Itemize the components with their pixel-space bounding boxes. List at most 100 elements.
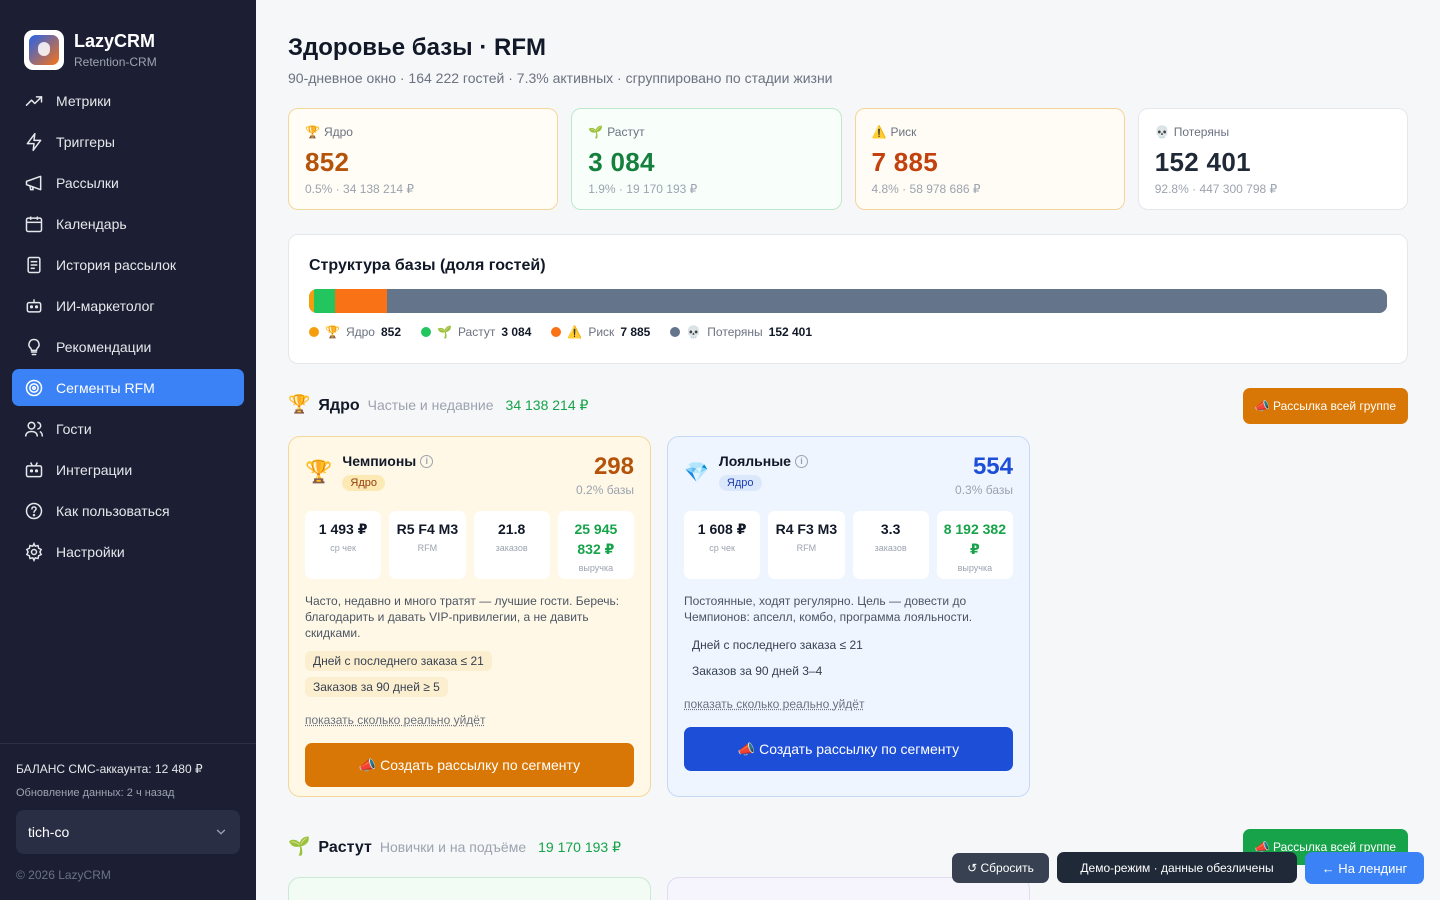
sidebar-item-ai[interactable]: ИИ-маркетолог	[12, 287, 244, 324]
sidebar-item-settings[interactable]: Настройки	[12, 533, 244, 570]
legend-item-lost: 💀 Потеряны 152 401	[670, 325, 812, 339]
metric-value: 8 192 382 ₽	[943, 521, 1007, 557]
create-mailing-button-loyal[interactable]: 📣 Создать рассылку по сегменту	[684, 727, 1013, 771]
segment-badge: Ядро	[342, 475, 386, 491]
diamond-icon: 💎	[684, 461, 709, 484]
segment-card-loyal: 💎 Лояльные i Ядро 554 0.3% базы 1 608 ₽ ср…	[667, 436, 1030, 797]
legend-value: 7 885	[620, 325, 651, 339]
legend-dot	[551, 327, 562, 337]
demo-mode-badge: Демо-режим · данные обезличены	[1057, 852, 1297, 883]
main-content: Здоровье базы · RFM 90-дневное окно · 16…	[256, 0, 1440, 900]
metric-label: ср чек	[709, 543, 735, 553]
stat-card-lost[interactable]: 💀 Потеряны 152 401 92.8% · 447 300 798 ₽	[1137, 108, 1408, 210]
group-name: Ядро	[318, 397, 360, 414]
structure-bar-segment	[334, 289, 387, 313]
legend-value: 3 084	[501, 325, 532, 339]
brand-title: LazyCRM	[74, 31, 156, 51]
segment-share: 0.3% базы	[955, 483, 1013, 497]
metric-revenue: 25 945 832 ₽ выручка	[557, 511, 634, 579]
help-icon	[25, 502, 43, 519]
legend-item-grow: 🌱 Растут 3 084	[421, 325, 531, 339]
segment-card-champions: 🏆 Чемпионы i Ядро 298 0.2% базы 1 493 ₽ ср…	[288, 436, 651, 797]
sidebar-item-help[interactable]: Как пользоваться	[12, 492, 244, 529]
sidebar-item-label: Интеграции	[56, 461, 133, 478]
org-select[interactable]: tich-co	[16, 810, 240, 854]
seedling-icon: 🌱	[588, 125, 604, 139]
structure-bar	[309, 289, 1387, 313]
sidebar-item-guests[interactable]: Гости	[12, 410, 244, 447]
sidebar-item-label: Сегменты RFM	[56, 379, 155, 396]
copyright: © 2026 LazyCRM	[16, 868, 111, 882]
stat-meta: 1.9% · 19 170 193 ₽	[588, 182, 698, 196]
stat-card-grow[interactable]: 🌱 Растут 3 084 1.9% · 19 170 193 ₽	[571, 108, 842, 210]
group-header-grow: 🌱 Растут Новички и на подъёме 19 170 193…	[288, 836, 621, 857]
condition-chip: Дней с последнего заказа ≤ 21	[305, 651, 492, 671]
stat-card-core[interactable]: 🏆 Ядро 852 0.5% · 34 138 214 ₽	[288, 108, 559, 210]
stat-meta: 92.8% · 447 300 798 ₽	[1154, 182, 1278, 196]
create-mailing-button-champions[interactable]: 📣 Создать рассылку по сегменту	[305, 743, 634, 787]
legend-value: 152 401	[768, 325, 813, 339]
sidebar-item-mailings[interactable]: Рассылки	[12, 164, 244, 201]
metric-orders: 3.3 заказов	[852, 511, 929, 579]
segment-count: 554	[972, 453, 1013, 480]
sidebar-item-label: Метрики	[56, 92, 112, 109]
sidebar-item-history[interactable]: История рассылок	[12, 246, 244, 283]
back-to-landing-button[interactable]: ← На лендинг	[1305, 852, 1424, 884]
stat-label: Ядро	[323, 125, 353, 139]
robot-icon	[26, 298, 42, 313]
metric-value: 1 493 ₽	[318, 521, 368, 537]
condition-chip: Заказов за 90 дней ≥ 5	[305, 677, 448, 697]
data-updated: Обновление данных: 2 ч назад	[16, 787, 175, 799]
target-icon	[25, 379, 43, 396]
sidebar-item-rfm[interactable]: Сегменты RFM	[12, 369, 244, 406]
stats-row: 🏆 Ядро 852 0.5% · 34 138 214 ₽ 🌱 Растут 3 …	[288, 108, 1408, 210]
structure-bar-segment	[314, 289, 335, 313]
segment-card-partial	[288, 877, 651, 900]
legend-label: Потеряны	[707, 325, 763, 339]
metric-value: 3.3	[880, 521, 901, 537]
segment-title: Чемпионы	[342, 453, 417, 469]
info-icon[interactable]: i	[420, 454, 434, 468]
sidebar-footer: БАЛАНС СМС-аккаунта: 12 480 ₽ Обновление…	[0, 743, 256, 900]
segment-description: Постоянные, ходят регулярно. Цель — дове…	[684, 594, 973, 624]
mail-group-button-core[interactable]: 📣 Рассылка всей группе	[1242, 388, 1408, 424]
segment-count: 298	[593, 453, 634, 480]
metric-revenue: 8 192 382 ₽ выручка	[936, 511, 1013, 579]
sidebar-item-label: Рассылки	[56, 174, 119, 191]
sidebar-item-label: Рекомендации	[56, 338, 152, 355]
bolt-icon	[26, 132, 42, 151]
sidebar: LazyCRM Retention-CRM Метрики Триггеры Р…	[0, 0, 256, 900]
stat-label: Потеряны	[1173, 125, 1230, 139]
metric-label: выручка	[957, 563, 993, 573]
show-churn-link[interactable]: показать сколько реально уйдёт	[305, 713, 485, 727]
calendar-icon	[25, 216, 43, 232]
stat-card-risk[interactable]: ⚠️ Риск 7 885 4.8% · 58 978 686 ₽	[854, 108, 1125, 210]
trophy-icon: 🏆	[305, 459, 333, 484]
base-structure-card: Структура базы (доля гостей) 🏆 Ядро 852 …	[288, 234, 1408, 364]
sidebar-item-calendar[interactable]: Календарь	[12, 205, 244, 242]
brand[interactable]: LazyCRM Retention-CRM	[0, 0, 256, 80]
brand-subtitle: Retention-CRM	[74, 55, 157, 69]
metric-rfm: R5 F4 M3 RFM	[389, 511, 466, 579]
trophy-icon: 🏆	[288, 394, 311, 414]
gear-icon	[25, 541, 43, 562]
skull-icon: 💀	[1154, 125, 1170, 139]
sidebar-item-label: Календарь	[56, 215, 127, 232]
sidebar-item-label: Триггеры	[56, 133, 115, 150]
info-icon[interactable]: i	[794, 454, 808, 468]
sidebar-item-label: Настройки	[56, 543, 125, 560]
segment-description: Часто, недавно и много тратят — лучшие г…	[305, 594, 620, 640]
sidebar-item-metrics[interactable]: Метрики	[12, 82, 244, 119]
sidebar-item-recommendations[interactable]: Рекомендации	[12, 328, 244, 365]
segment-conditions: Дней с последнего заказа ≤ 21 Заказов за…	[684, 629, 1013, 681]
lightbulb-icon	[28, 338, 40, 355]
segment-badge: Ядро	[718, 475, 762, 491]
sidebar-item-triggers[interactable]: Триггеры	[12, 123, 244, 160]
seedling-icon: 🌱	[437, 325, 452, 339]
reset-button[interactable]: ↺ Сбросить	[952, 853, 1049, 883]
legend-dot	[421, 327, 431, 337]
sidebar-nav: Метрики Триггеры Рассылки Календарь Исто…	[0, 82, 256, 570]
metric-rfm: R4 F3 M3 RFM	[768, 511, 845, 579]
show-churn-link[interactable]: показать сколько реально уйдёт	[684, 697, 864, 711]
sidebar-item-integrations[interactable]: Интеграции	[12, 451, 244, 488]
